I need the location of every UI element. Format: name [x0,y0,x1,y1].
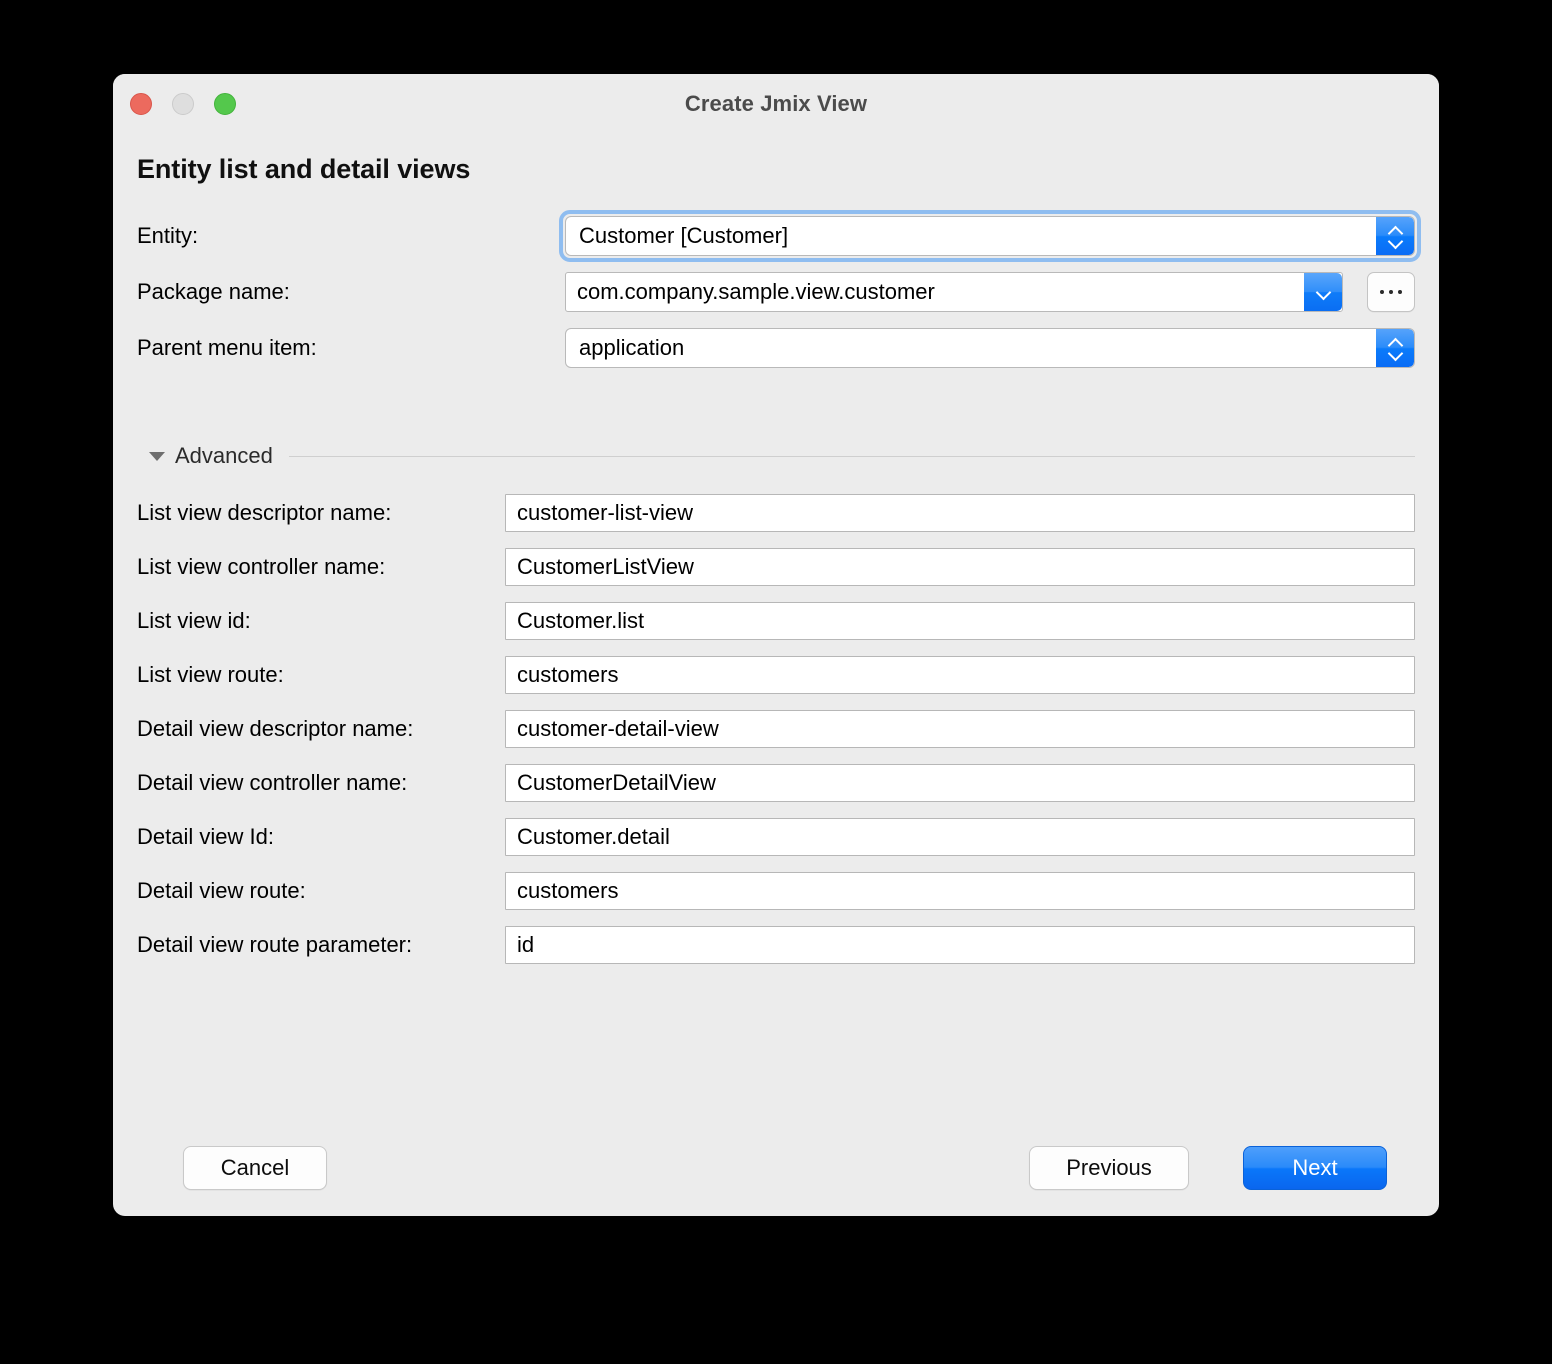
window-title: Create Jmix View [684,91,868,116]
parent-menu-item-value: application [579,335,685,360]
title-bar: Create Jmix View [113,74,1439,132]
ellipsis-dot-icon [1398,290,1402,294]
entity-label: Entity: [137,223,199,248]
list-view-id-label: List view id: [137,608,251,633]
detail-view-controller-name-label: Detail view controller name: [137,770,408,795]
detail-view-controller-name-value: CustomerDetailView [517,770,716,795]
detail-view-route-parameter-label: Detail view route parameter: [137,932,413,957]
parent-menu-item-row: Parent menu item: application [137,328,1415,368]
list-view-controller-name-label: List view controller name: [137,554,386,579]
chevron-down-icon [1316,289,1330,296]
disclosure-triangle-icon [149,451,165,461]
package-name-value: com.company.sample.view.customer [577,279,935,304]
ellipsis-dot-icon [1389,290,1393,294]
list-view-controller-name-value: CustomerListView [517,554,694,579]
parent-menu-item-label: Parent menu item: [137,335,317,360]
package-name-label: Package name: [137,279,290,304]
field-row-list-view-controller-name: List view controller name: CustomerListV… [137,548,1415,586]
cancel-button[interactable]: Cancel [183,1146,327,1190]
detail-view-id-input[interactable]: Customer.detail [505,818,1415,856]
dialog-footer: Cancel Previous Next [137,1146,1415,1190]
detail-view-id-value: Customer.detail [517,824,670,849]
field-row-detail-view-descriptor-name: Detail view descriptor name: customer-de… [137,710,1415,748]
advanced-section-toggle[interactable]: Advanced [137,443,1415,469]
list-view-controller-name-input[interactable]: CustomerListView [505,548,1415,586]
detail-view-route-parameter-value: id [517,932,535,957]
entity-row: Entity: Customer [Customer] [137,210,1421,262]
detail-view-descriptor-name-value: customer-detail-view [517,716,719,741]
list-view-route-label: List view route: [137,662,284,687]
next-button[interactable]: Next [1243,1146,1387,1190]
parent-menu-combo-wrap: application [565,328,1415,368]
previous-button[interactable]: Previous [1029,1146,1189,1190]
field-row-detail-view-controller-name: Detail view controller name: CustomerDet… [137,764,1415,802]
detail-view-controller-name-input[interactable]: CustomerDetailView [505,764,1415,802]
package-browse-button[interactable] [1367,272,1415,312]
entity-select[interactable]: Customer [Customer] [565,216,1415,256]
detail-view-descriptor-name-input[interactable]: customer-detail-view [505,710,1415,748]
detail-view-route-parameter-input[interactable]: id [505,926,1415,964]
list-view-descriptor-name-label: List view descriptor name: [137,500,392,525]
field-row-detail-view-route-parameter: Detail view route parameter: id [137,926,1415,964]
create-jmix-view-dialog: Create Jmix View Entity list and detail … [113,74,1439,1216]
entity-combo-wrap: Customer [Customer] [559,210,1421,262]
package-name-row: Package name: com.company.sample.view.cu… [137,272,1415,312]
page-title: Entity list and detail views [137,154,471,184]
chevron-down-icon [1388,350,1402,357]
list-view-id-input[interactable]: Customer.list [505,602,1415,640]
parent-menu-item-select[interactable]: application [565,328,1415,368]
detail-view-id-label: Detail view Id: [137,824,274,849]
advanced-label: Advanced [175,443,273,468]
dialog-content: Entity list and detail views Entity: Cus… [113,132,1439,1216]
section-divider [288,455,1415,457]
list-view-descriptor-name-input[interactable]: customer-list-view [505,494,1415,532]
field-row-detail-view-route: Detail view route: customers [137,872,1415,910]
entity-value: Customer [Customer] [579,223,789,248]
list-view-descriptor-name-value: customer-list-view [517,500,694,525]
ellipsis-dot-icon [1380,290,1384,294]
list-view-route-value: customers [517,662,619,687]
detail-view-route-value: customers [517,878,619,903]
detail-view-route-input[interactable]: customers [505,872,1415,910]
field-row-detail-view-id: Detail view Id: Customer.detail [137,818,1415,856]
detail-view-descriptor-name-label: Detail view descriptor name: [137,716,414,741]
field-row-list-view-descriptor-name: List view descriptor name: customer-list… [137,494,1415,532]
list-view-route-input[interactable]: customers [505,656,1415,694]
package-name-dropdown-button[interactable] [1304,273,1342,311]
list-view-id-value: Customer.list [517,608,645,633]
field-row-list-view-route: List view route: customers [137,656,1415,694]
entity-stepper-button[interactable] [1376,217,1414,255]
detail-view-route-label: Detail view route: [137,878,306,903]
package-name-combo[interactable]: com.company.sample.view.customer [565,272,1343,312]
parent-menu-stepper-button[interactable] [1376,329,1414,367]
field-row-list-view-id: List view id: Customer.list [137,602,1415,640]
chevron-down-icon [1388,238,1402,245]
